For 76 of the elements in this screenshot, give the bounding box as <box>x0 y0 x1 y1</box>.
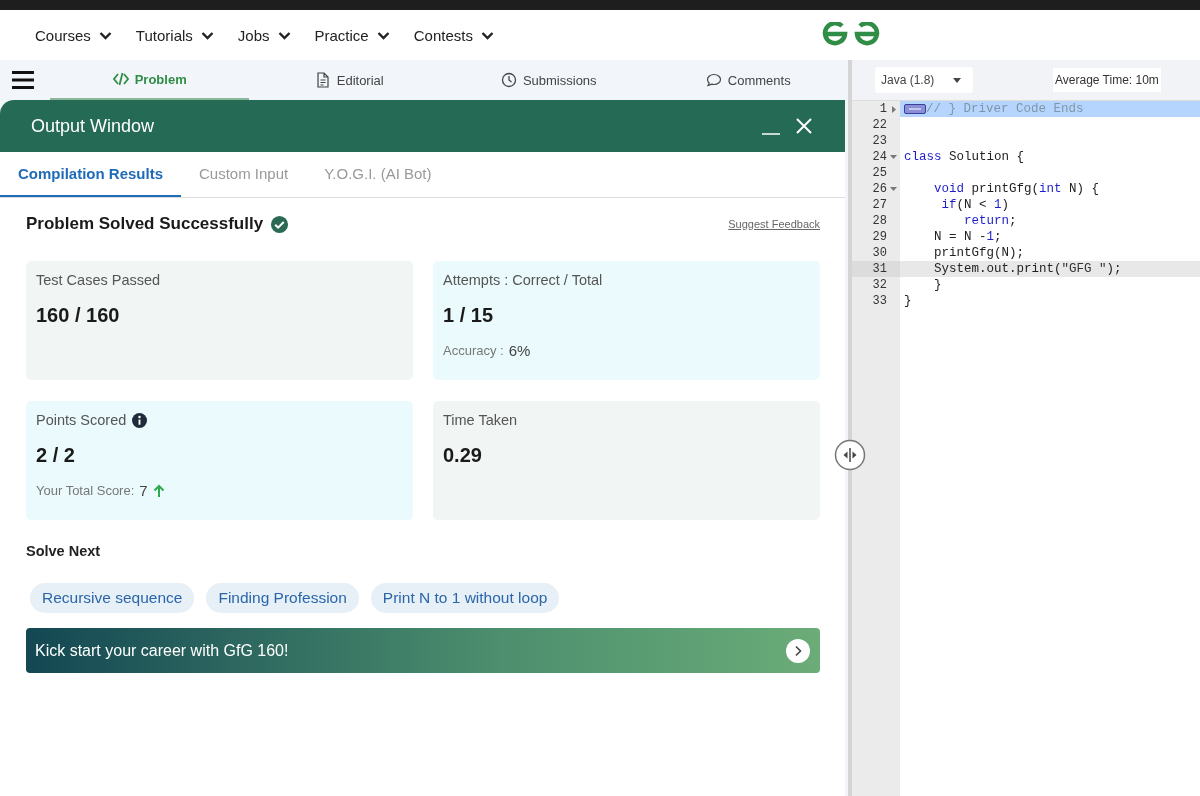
note-label: Your Total Score: <box>36 483 135 498</box>
status-message: Problem Solved Successfully <box>26 214 264 234</box>
problem-tab[interactable]: Submissions <box>449 60 649 100</box>
chevron-down-icon <box>277 30 291 40</box>
code-icon <box>112 71 129 87</box>
clock-icon <box>500 72 517 88</box>
nav-menu[interactable]: Contests <box>413 26 494 44</box>
nav-menu[interactable]: Practice <box>314 26 390 44</box>
line-number: 23 <box>872 134 887 148</box>
note-label: Accuracy : <box>443 343 504 358</box>
code-line: // } Driver Code Ends <box>926 102 1084 116</box>
line-number: 26 <box>872 182 887 196</box>
language-dropdown[interactable]: Java (1.8) <box>875 67 973 93</box>
stat-value: 2 / 2 <box>36 444 76 467</box>
folded-code-icon[interactable] <box>904 104 926 114</box>
stat-label: Time Taken <box>443 412 518 428</box>
code-line: return; <box>963 214 1017 228</box>
fold-arrow-icon[interactable] <box>890 155 897 159</box>
resize-handle[interactable] <box>834 439 866 471</box>
fold-arrow-icon[interactable] <box>890 187 897 191</box>
line-number: 22 <box>872 118 887 132</box>
feedback-link[interactable]: Suggest Feedback <box>728 218 820 230</box>
note-value: 6% <box>508 342 531 359</box>
chevron-down-icon <box>98 30 112 40</box>
check-circle-icon <box>270 214 290 234</box>
line-number: 28 <box>872 214 887 228</box>
code-line: N = N -1; <box>933 230 1002 244</box>
caret-icon <box>953 77 961 83</box>
problem-chip[interactable]: Print N to 1 without loop <box>370 583 560 613</box>
stat-label: Attempts : Correct / Total <box>443 272 603 288</box>
chevron-down-icon <box>376 30 390 40</box>
chevron-right-icon[interactable] <box>786 638 810 663</box>
promo-banner[interactable]: Kick start your career with GfG 160! <box>26 628 820 673</box>
average-time: Average Time: 10m <box>1053 68 1161 92</box>
chevron-down-icon <box>200 30 214 40</box>
code-line: class Solution { <box>904 150 1025 164</box>
stat-value: 0.29 <box>443 444 483 467</box>
problem-tab[interactable]: Comments <box>648 60 848 100</box>
line-number: 1 <box>879 102 887 116</box>
chevron-down-icon <box>480 30 494 40</box>
code-line: printGfg(N); <box>933 246 1025 260</box>
line-number: 33 <box>872 294 887 308</box>
code-line: if(N < 1) <box>940 198 1010 212</box>
menu-icon[interactable] <box>12 71 34 89</box>
note-value: 7 <box>139 482 148 499</box>
line-number: 30 <box>872 246 887 260</box>
line-number: 29 <box>872 230 887 244</box>
line-number: 32 <box>872 278 887 292</box>
window-title: Output Window <box>31 115 155 137</box>
code-line: } <box>933 278 942 292</box>
stat-label: Points Scored <box>36 412 127 428</box>
stat-value: 160 / 160 <box>36 304 121 327</box>
stat-label: Test Cases Passed <box>36 272 161 288</box>
code-line: System.out.print("GFG "); <box>933 262 1122 276</box>
banner-text: Kick start your career with GfG 160! <box>35 641 289 660</box>
line-number: 27 <box>872 198 887 212</box>
code-line: void printGfg(int N) { <box>933 182 1100 196</box>
line-number: 25 <box>872 166 887 180</box>
nav-menu[interactable]: Courses <box>35 26 112 44</box>
nav-menu[interactable]: Jobs <box>237 26 291 44</box>
document-icon <box>314 72 331 88</box>
problem-tab[interactable]: Editorial <box>249 60 449 100</box>
speech-bubble-icon <box>705 72 722 88</box>
section-heading: Solve Next <box>26 543 102 559</box>
problem-chip[interactable]: Recursive sequence <box>30 583 195 613</box>
info-icon[interactable] <box>132 412 148 428</box>
problem-chip[interactable]: Finding Profession <box>206 583 359 613</box>
logo <box>821 22 881 48</box>
code-line: } <box>904 294 912 308</box>
close-icon[interactable] <box>795 117 813 135</box>
fold-arrow-icon[interactable] <box>891 105 896 113</box>
line-number: 24 <box>872 150 887 164</box>
nav-menu[interactable]: Tutorials <box>135 26 214 44</box>
stat-value: 1 / 15 <box>443 304 495 327</box>
line-number: 31 <box>872 262 887 276</box>
output-tab[interactable]: Compilation Results <box>0 152 181 197</box>
